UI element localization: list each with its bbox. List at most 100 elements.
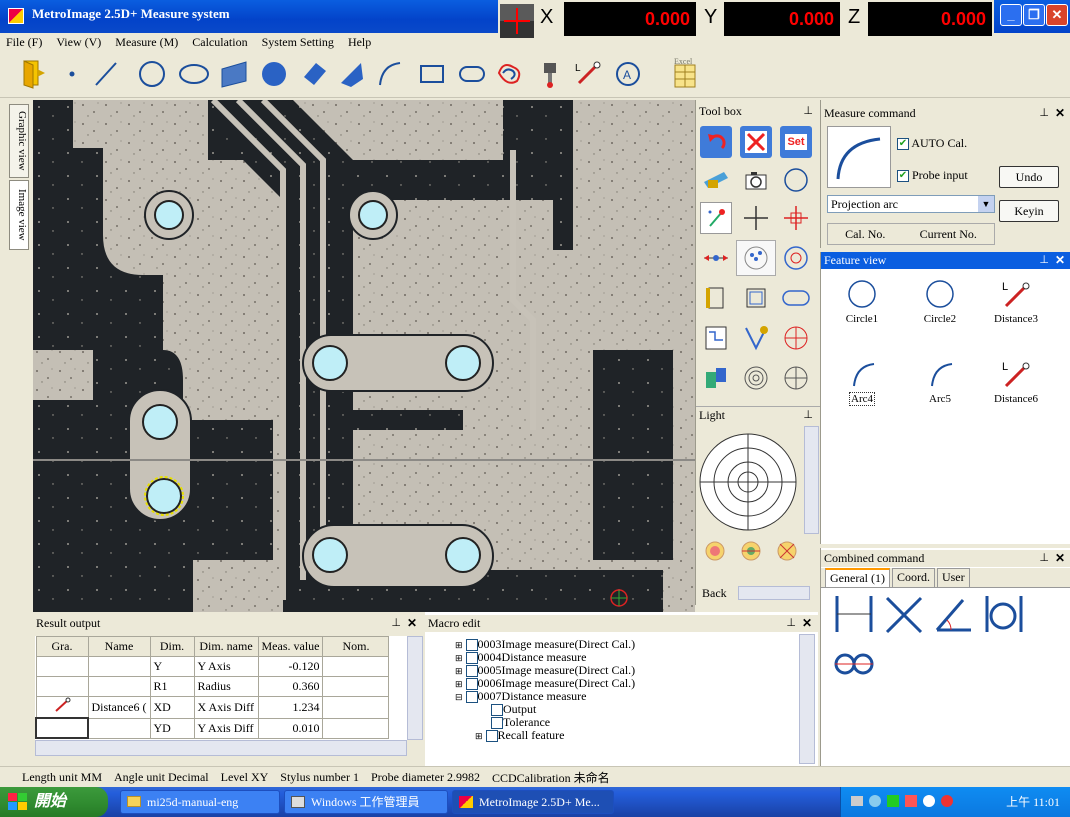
alert-icon[interactable] [941,795,953,807]
table-row[interactable]: YD Y Axis Diff 0.010 [35,717,390,739]
task-metroimage[interactable]: MetroImage 2.5D+ Me... [452,790,614,814]
arc-scan-button[interactable] [736,240,776,276]
two-circle-icon[interactable] [831,642,877,682]
task-manager[interactable]: Windows 工作管理員 [284,790,448,814]
concentric-button[interactable] [740,362,772,394]
rect-edge-button[interactable] [700,282,732,314]
chevron-down-icon[interactable]: ▼ [978,196,994,212]
security-icon[interactable] [905,795,917,807]
result-vscrollbar[interactable] [407,636,423,740]
line-angle-icon[interactable] [931,592,977,638]
pin-icon[interactable]: ⊥ [803,103,813,120]
tab-general[interactable]: General (1) [825,568,890,587]
maximize-button[interactable]: ❐ [1023,4,1045,26]
undo-button[interactable]: Undo [999,166,1059,188]
col-name[interactable]: Name [87,636,151,657]
excel-export-button[interactable]: Excel [668,57,700,91]
auto-edge-button[interactable] [700,202,732,234]
feature-item[interactable]: Circle2 [905,278,975,325]
menu-file[interactable]: File (F) [6,35,42,50]
menu-system-setting[interactable]: System Setting [262,35,334,50]
feature-item[interactable]: Circle1 [827,278,897,325]
pin-icon[interactable]: ⊥ [1039,252,1049,269]
light-ring-control[interactable] [696,426,806,538]
slot-scan-button[interactable] [780,282,812,314]
rectangle-tool[interactable] [416,57,448,91]
tab-user[interactable]: User [936,568,970,587]
col-gra[interactable]: Gra. [35,636,89,657]
delete-tool-button[interactable] [740,126,772,158]
col-dim[interactable]: Dim. [149,636,195,657]
close-icon[interactable]: ✕ [1055,105,1065,122]
sphere-tool[interactable] [258,57,290,91]
cross-tool-button[interactable] [740,202,772,234]
feature-item[interactable]: L Distance6 [981,358,1051,405]
light-scrollbar[interactable] [804,426,819,534]
measure-type-select[interactable]: Projection arc ▼ [827,195,995,213]
table-row[interactable]: R1 Radius 0.360 [35,676,390,697]
clock[interactable]: 上午 11:01 [1006,795,1060,809]
result-hscrollbar[interactable] [35,740,407,756]
line-distance-icon[interactable] [831,592,877,638]
point-tool[interactable] [56,57,88,91]
circle-tangent-icon[interactable] [981,592,1027,638]
arc-tool[interactable] [372,57,404,91]
cylinder-tool[interactable] [298,57,330,91]
minimize-button[interactable]: _ [1000,4,1022,26]
pin-icon[interactable]: ⊥ [1039,105,1049,122]
edge-line-button[interactable] [700,242,732,274]
pin-icon[interactable]: ⊥ [1039,550,1049,567]
tab-coord[interactable]: Coord. [891,568,935,587]
col-nom[interactable]: Nom. [322,636,390,657]
image-capture-button[interactable] [740,164,772,196]
menu-help[interactable]: Help [348,35,371,50]
close-icon[interactable]: ✕ [1055,252,1065,269]
slot-tool[interactable] [456,57,488,91]
probe-tool[interactable] [534,57,566,91]
table-row[interactable]: YY Axis -0.120 [35,656,390,677]
probe-input-checkbox[interactable]: ✔ Probe input [897,168,968,183]
curve-tool[interactable] [494,57,526,91]
ccd-focus-button[interactable] [700,362,732,394]
auto-cal-checkbox[interactable]: ✔ AUTO Cal. [897,136,967,151]
camera-image-view[interactable] [33,100,695,612]
rect-scan-button[interactable] [740,282,772,314]
circle-tool[interactable] [136,57,168,91]
ring-light-icon[interactable] [740,540,762,562]
feature-item[interactable]: Arc4 [827,358,897,406]
green-status-icon[interactable] [887,795,899,807]
pin-icon[interactable]: ⊥ [786,615,796,632]
info-icon[interactable] [923,795,935,807]
cone-tool[interactable] [336,57,368,91]
circle-scan-button[interactable] [780,242,812,274]
col-meas-value[interactable]: Meas. value [257,636,324,657]
contour-button[interactable] [700,322,732,354]
keyboard-icon[interactable] [851,796,863,806]
close-icon[interactable]: ✕ [1055,550,1065,567]
set-tool-button[interactable]: Set [780,126,812,158]
feature-item[interactable]: L Distance3 [981,278,1051,325]
center-target-button[interactable] [780,322,812,354]
undo-tool-button[interactable] [700,126,732,158]
menu-calculation[interactable]: Calculation [192,35,247,50]
line-intersection-icon[interactable] [881,592,927,638]
pin-icon[interactable]: ⊥ [803,407,813,424]
task-folder[interactable]: mi25d-manual-eng [120,790,280,814]
target-cross-button[interactable] [780,202,812,234]
camera-tool-button[interactable] [700,164,732,196]
keyin-button[interactable]: Keyin [999,200,1059,222]
ellipse-tool[interactable] [178,57,210,91]
col-dim-name[interactable]: Dim. name [193,636,259,657]
quadrant-light-icon[interactable] [776,540,798,562]
macro-item[interactable]: ⊞ Recall feature [455,729,795,743]
feature-item[interactable]: Arc5 [905,358,975,405]
menu-measure[interactable]: Measure (M) [115,35,178,50]
exit-button[interactable] [18,57,50,91]
network-icon[interactable] [869,795,881,807]
menu-view[interactable]: View (V) [56,35,101,50]
plane-tool[interactable] [218,57,250,91]
distance-tool[interactable]: L [572,57,604,91]
line-tool[interactable] [90,57,122,91]
focus-probe-button[interactable] [740,322,772,354]
close-button[interactable]: ✕ [1046,4,1068,26]
